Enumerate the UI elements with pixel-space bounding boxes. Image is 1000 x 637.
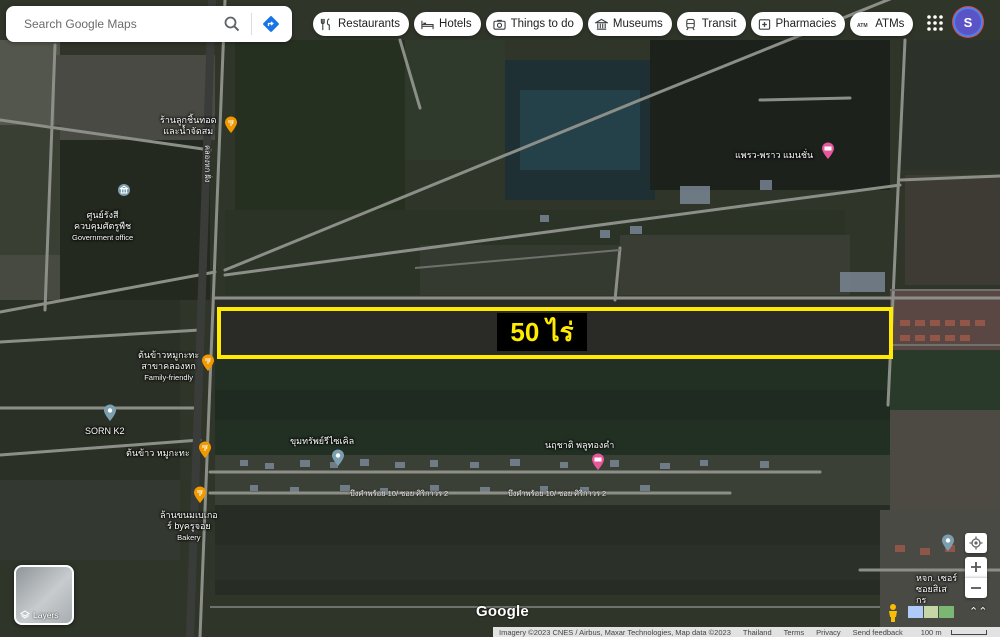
place-label[interactable]: ศูนย์รังสี ควบคุมศัตรูพืช Government offi… [72,210,133,243]
road-label: บึงคำพร้อย 10/ ซอย ศิริกาวร 2 [350,489,449,498]
category-chips: Restaurants Hotels Things to do Museums … [313,12,914,36]
camera-icon [492,19,506,30]
place-label[interactable]: ขุมทรัพย์รีไซเคิล [290,436,354,447]
chip-label: ATMs [875,18,905,30]
chip-museums[interactable]: Museums [587,12,672,36]
place-label[interactable]: นฤชาติ พลูทองคำ [545,440,614,451]
google-logo: Google [476,603,529,620]
chip-pharmacies[interactable]: Pharmacies [750,12,846,36]
my-location-button[interactable] [965,533,987,553]
imagery-thumbnails[interactable] [908,606,955,618]
directions-icon[interactable] [256,9,286,39]
attribution-footer: Imagery ©2023 CNES / Airbus, Maxar Techn… [493,627,1000,637]
map-thumbnail[interactable] [908,606,923,618]
place-label[interactable]: หจก. เซอร์ ซอยสิเส กร [916,573,957,606]
road-label: บึงคำพร้อย 10/ ซอย ศิริกาวร 2 [508,489,607,498]
lodging-pin-icon[interactable] [821,142,835,160]
chip-label: Pharmacies [775,18,837,30]
restaurant-pin-icon[interactable] [201,354,215,372]
chip-atms[interactable]: ATM ATMs [850,12,914,36]
museum-icon [594,18,608,30]
scale-bar [950,630,987,636]
atm-icon: ATM [857,22,868,28]
terms-link[interactable]: Terms [778,628,810,637]
search-input[interactable] [22,8,217,40]
zoom-out-button[interactable] [965,577,987,598]
chip-hotels[interactable]: Hotels [414,12,481,36]
minus-icon [971,587,981,589]
layers-label: Layers [33,610,59,620]
account-avatar[interactable]: S [955,9,981,35]
expand-chevron-icon[interactable]: ⌃⌃ [969,605,987,618]
place-label[interactable]: SORN K2 [85,426,125,437]
chip-transit[interactable]: Transit [676,12,746,36]
my-location-icon [969,536,983,550]
chip-label: Museums [612,18,663,30]
place-pin-icon[interactable] [331,449,345,467]
chip-restaurants[interactable]: Restaurants [313,12,410,36]
place-label[interactable]: ร้านลูกชิ้นทอด และน้ำจัดสม [160,115,216,137]
search-divider [251,13,252,35]
fork-knife-icon [320,17,330,30]
privacy-link[interactable]: Privacy [810,628,847,637]
terrain-thumbnail[interactable] [923,606,939,618]
scale-label: 100 m [920,627,942,637]
train-icon [686,18,695,30]
place-pin-icon[interactable] [941,534,955,552]
zoom-in-button[interactable] [965,557,987,577]
pegman-icon[interactable] [886,603,900,623]
place-label[interactable]: แพรว-พราว แมนชั่น [735,150,813,161]
land-plot-label: 50 ไร่ [497,313,587,351]
government-pin-icon[interactable] [117,183,131,197]
scale-indicator[interactable]: 100 m [909,628,993,637]
road-label: คลองหก ฝั่ง [203,145,212,183]
bakery-pin-icon[interactable] [193,486,207,504]
layers-icon [20,610,30,619]
place-pin-icon[interactable] [103,404,117,422]
apps-grid-icon[interactable] [924,12,946,34]
country-label: Thailand [742,627,772,637]
pharmacy-icon [758,18,770,30]
imagery-attribution: Imagery ©2023 CNES / Airbus, Maxar Techn… [499,627,731,637]
chip-label: Things to do [510,18,574,30]
chip-label: Transit [701,18,737,30]
place-label[interactable]: ต้นข้าวหมูกะทะ สาขาคลองหก Family-friendly [138,350,199,383]
restaurant-pin-icon[interactable] [224,116,238,134]
bed-icon [421,20,434,29]
place-label[interactable]: ล้านขนมเบเกอ ร์ byครูจอย Bakery [160,510,218,543]
search-icon[interactable] [217,9,247,39]
place-label[interactable]: ต้นข้าว หมูกะทะ [126,448,190,459]
search-box [6,6,292,42]
chip-label: Hotels [439,18,472,30]
svg-text:ATM: ATM [857,22,868,28]
traffic-thumbnail[interactable] [939,606,955,618]
chip-label: Restaurants [338,18,401,30]
chip-things-to-do[interactable]: Things to do [485,12,583,36]
layers-button[interactable]: Layers [14,565,74,625]
restaurant-pin-icon[interactable] [198,441,212,459]
send-feedback-link[interactable]: Send feedback [847,628,909,637]
plus-icon [971,562,981,572]
lodging-pin-icon[interactable] [591,453,605,471]
